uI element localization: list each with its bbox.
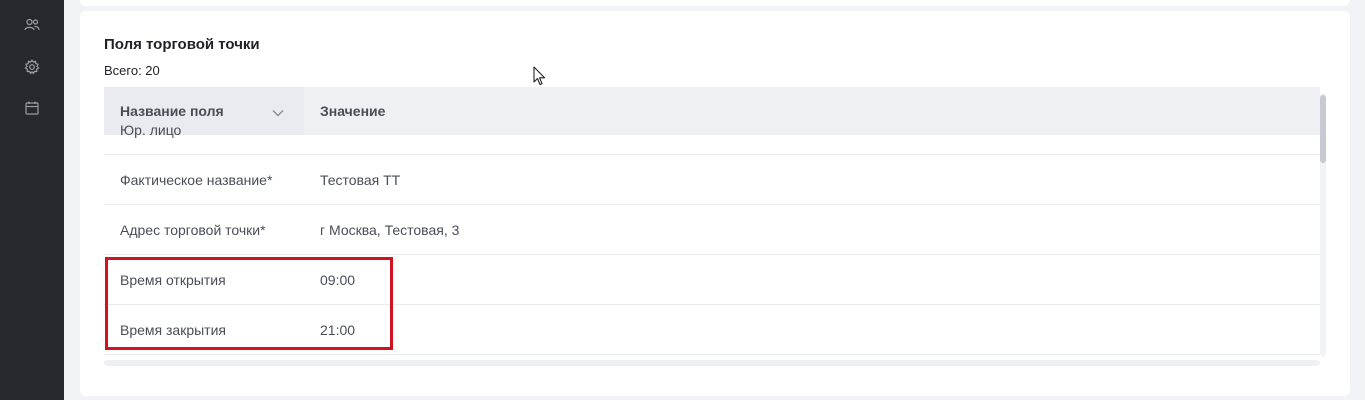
table-row: Фактическое название* Тестовая ТТ (104, 155, 1320, 205)
users-icon[interactable] (22, 15, 42, 35)
gear-icon[interactable] (22, 57, 42, 77)
field-value: г Москва, Тестовая, 3 (320, 221, 460, 238)
field-name: Юр. лицо (120, 121, 182, 138)
highlight-box (105, 257, 393, 350)
field-name: Фактическое название* (120, 171, 273, 188)
calendar-icon[interactable] (22, 98, 42, 118)
mouse-cursor-icon (533, 66, 547, 91)
field-value: Тестовая ТТ (320, 171, 401, 188)
previous-card (80, 0, 1350, 6)
table-row: Юр. лицо (104, 105, 1320, 155)
sidebar (0, 0, 64, 400)
field-name: Адрес торговой точки* (120, 221, 266, 238)
section-title: Поля торговой точки (104, 36, 260, 53)
vertical-scrollbar[interactable] (1320, 93, 1326, 357)
table-row: Адрес торговой точки* г Москва, Тестовая… (104, 205, 1320, 255)
total-count: Всего: 20 (104, 63, 160, 78)
scrollbar-thumb[interactable] (1320, 95, 1326, 163)
horizontal-scrollbar[interactable] (104, 360, 1320, 366)
